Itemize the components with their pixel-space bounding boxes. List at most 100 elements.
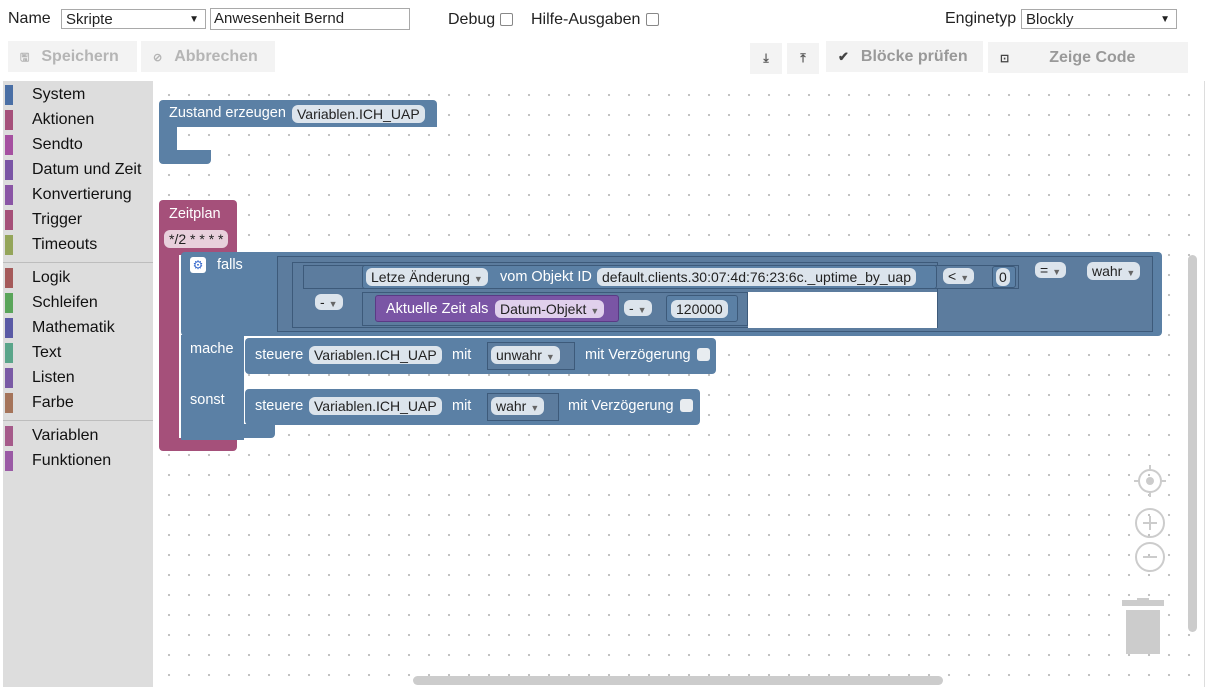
save-button[interactable]: 🖫 Speichern — [8, 41, 137, 72]
chevron-down-icon: ▼ — [545, 352, 555, 362]
category-color-bar — [5, 368, 13, 388]
block-category-sidebar: System Aktionen Sendto Datum und Zeit Ko… — [3, 81, 153, 687]
control-variable-2[interactable]: Variablen.ICH_UAP — [309, 397, 442, 415]
chevron-down-icon: ▼ — [637, 305, 647, 315]
trash-icon[interactable] — [1120, 598, 1166, 656]
category-color-bar — [5, 160, 13, 180]
category-color-bar — [5, 426, 13, 446]
delay-checkbox-2[interactable] — [680, 399, 693, 412]
equals-operator-value: = — [1040, 262, 1049, 278]
horizontal-scrollbar[interactable] — [413, 676, 943, 685]
check-blocks-label: Blöcke prüfen — [860, 48, 968, 65]
show-code-button[interactable]: ⊡ Zeige Code — [988, 42, 1188, 73]
sidebar-item-label: Text — [32, 344, 62, 361]
sidebar-item-label: Variablen — [32, 427, 99, 444]
sidebar-item-functions[interactable]: Funktionen — [3, 450, 153, 472]
sidebar-item-conversion[interactable]: Konvertierung — [3, 184, 153, 206]
subtract-operator-dropdown[interactable]: - ▼ — [624, 300, 652, 316]
date-object-dropdown[interactable]: Datum-Objekt ▼ — [495, 300, 605, 318]
sidebar-item-label: Aktionen — [32, 111, 95, 128]
sidebar-item-label: Trigger — [32, 211, 83, 228]
category-color-bar — [5, 451, 13, 471]
with-label-2: mit — [452, 398, 472, 414]
sidebar-item-trigger[interactable]: Trigger — [3, 209, 153, 231]
chevron-down-icon: ▼ — [328, 299, 338, 309]
chevron-down-icon: ▼ — [530, 403, 540, 413]
number-value[interactable]: 120000 — [671, 300, 728, 318]
blockly-workspace[interactable] — [153, 81, 1205, 687]
object-id-field[interactable]: default.clients.30:07:4d:76:23:6c._uptim… — [597, 268, 917, 286]
schedule-label: Zeitplan — [169, 206, 221, 222]
gear-icon[interactable]: ⚙ — [190, 257, 206, 273]
engine-select[interactable]: Blockly ▼ — [1021, 9, 1177, 29]
equals-operator-dropdown[interactable]: = ▼ — [1035, 262, 1067, 278]
sidebar-item-label: Datum und Zeit — [32, 161, 142, 178]
sidebar-item-logic[interactable]: Logik — [3, 267, 153, 289]
cron-field[interactable]: */2 * * * * — [164, 230, 229, 248]
zoom-in-icon[interactable] — [1134, 507, 1166, 539]
true-value-dropdown-2[interactable]: wahr ▼ — [491, 397, 545, 415]
zero-value[interactable]: 0 — [996, 268, 1010, 286]
help-output-checkbox[interactable] — [646, 13, 659, 26]
sidebar-item-datetime[interactable]: Datum und Zeit — [3, 159, 153, 181]
delay-checkbox-1[interactable] — [697, 348, 710, 361]
cancel-icon: ⊘ — [153, 52, 163, 64]
sidebar-item-variables[interactable]: Variablen — [3, 425, 153, 447]
control-label-2: steuere — [255, 398, 304, 414]
vertical-scrollbar[interactable] — [1188, 255, 1197, 632]
minus-operator-dropdown[interactable]: - ▼ — [315, 294, 343, 310]
import-button[interactable]: ⤒ — [787, 43, 819, 74]
sidebar-item-label: Funktionen — [32, 452, 112, 469]
zoom-out-icon[interactable] — [1134, 541, 1166, 573]
download-icon: ⤓ — [763, 51, 769, 65]
chevron-down-icon: ▼ — [960, 273, 970, 283]
export-button[interactable]: ⤓ — [750, 43, 782, 74]
name-select[interactable]: Skripte ▼ — [61, 9, 206, 29]
name-input-value: Anwesenheit Bernd — [214, 10, 345, 27]
if-else-block-bottom — [181, 424, 275, 438]
cancel-button[interactable]: ⊘ Abbrechen — [141, 41, 275, 72]
sidebar-item-lists[interactable]: Listen — [3, 367, 153, 389]
sidebar-item-timeouts[interactable]: Timeouts — [3, 234, 153, 256]
check-blocks-button[interactable]: ✔ Blöcke prüfen — [826, 41, 983, 72]
chevron-down-icon: ▼ — [1126, 268, 1136, 278]
sidebar-item-system[interactable]: System — [3, 84, 153, 106]
help-output-label: Hilfe-Ausgaben — [531, 11, 641, 28]
subtract-operator-value: - — [629, 300, 634, 316]
cancel-button-label: Abbrechen — [174, 48, 258, 65]
sidebar-item-math[interactable]: Mathematik — [3, 317, 153, 339]
recenter-icon[interactable] — [1133, 464, 1167, 498]
category-color-bar — [5, 343, 13, 363]
sidebar-item-color[interactable]: Farbe — [3, 392, 153, 414]
sidebar-item-label: Logik — [32, 269, 71, 286]
category-color-bar — [5, 185, 13, 205]
true-value-dropdown[interactable]: wahr ▼ — [1087, 262, 1141, 280]
debug-label: Debug — [448, 11, 496, 28]
sidebar-item-actions[interactable]: Aktionen — [3, 109, 153, 131]
false-value-dropdown[interactable]: unwahr ▼ — [491, 346, 560, 364]
category-color-bar — [5, 293, 13, 313]
sidebar-item-sendto[interactable]: Sendto — [3, 134, 153, 156]
category-color-bar — [5, 235, 13, 255]
control-variable-1[interactable]: Variablen.ICH_UAP — [309, 346, 442, 364]
save-icon: 🖫 — [20, 52, 30, 64]
sidebar-item-loops[interactable]: Schleifen — [3, 292, 153, 314]
name-label: Name — [8, 10, 51, 27]
sidebar-item-text[interactable]: Text — [3, 342, 153, 364]
less-than-operator-dropdown[interactable]: < ▼ — [943, 268, 975, 284]
chevron-down-icon: ▼ — [189, 14, 199, 25]
state-variable-field[interactable]: Variablen.ICH_UAP — [292, 105, 425, 123]
category-color-bar — [5, 210, 13, 230]
create-state-label: Zustand erzeugen — [169, 105, 286, 121]
chevron-down-icon: ▼ — [1052, 267, 1062, 277]
debug-checkbox[interactable] — [500, 13, 513, 26]
code-icon: ⊡ — [1000, 53, 1010, 65]
do-label: mache — [190, 341, 234, 357]
name-input[interactable]: Anwesenheit Bernd — [210, 8, 410, 30]
true-value-label-2: wahr — [496, 398, 527, 414]
chevron-down-icon: ▼ — [1160, 14, 1170, 25]
category-color-bar — [5, 135, 13, 155]
sidebar-item-label: Listen — [32, 369, 75, 386]
last-change-dropdown[interactable]: Letze Änderung ▼ — [366, 268, 488, 286]
schedule-block-arm — [159, 254, 179, 440]
